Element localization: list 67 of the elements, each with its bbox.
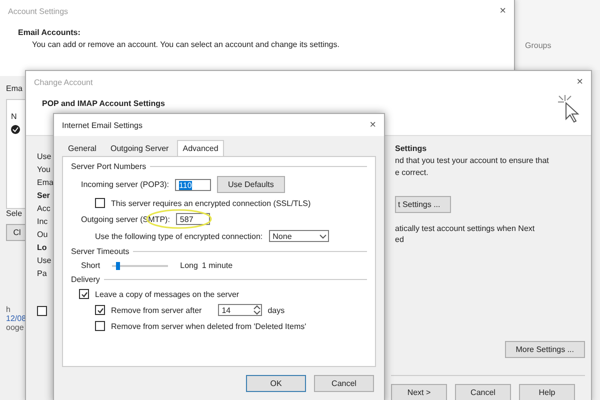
spinner-arrows-icon[interactable]: [252, 305, 261, 315]
close-icon[interactable]: ×: [500, 5, 506, 17]
days-spinner[interactable]: 14: [218, 304, 262, 316]
tab[interactable]: Ema: [6, 84, 22, 93]
info-text: ed: [395, 235, 405, 244]
outgoing-port-field[interactable]: 587: [176, 213, 210, 225]
section-heading: Email Accounts:: [18, 28, 82, 37]
encryption-dropdown[interactable]: None: [268, 230, 329, 242]
form-label: Ema: [37, 178, 54, 187]
info-text: nd that you test your account to ensure that: [395, 156, 550, 165]
group-title: Server Port Numbers: [71, 162, 146, 171]
description: You can add or remove an account. You can select an account and change its settings.: [31, 40, 340, 49]
checkbox-label: Remove from server when deleted from 'Deleted Items': [111, 322, 306, 330]
remove-after-checkbox[interactable]: [95, 305, 105, 315]
checkbox-label: This server requires an encrypted connection (SSL/TLS): [111, 198, 311, 208]
form-label: Pa: [37, 269, 47, 278]
dialog-button[interactable]: Cancel: [455, 384, 511, 400]
info-text: e correct.: [395, 168, 430, 177]
incoming-port-field[interactable]: 110: [175, 178, 212, 190]
slider-label: Long: [180, 261, 198, 270]
info-text: atically test account settings when Next: [395, 224, 536, 233]
field-label: Use the following type of encrypted connection:: [95, 232, 263, 240]
remove-deleted-checkbox[interactable]: [95, 321, 105, 331]
test-settings-button[interactable]: t Settings ...: [395, 196, 452, 213]
list-header: N: [11, 112, 18, 121]
close-icon[interactable]: ×: [576, 76, 583, 88]
window-title: Change Account: [34, 78, 93, 86]
group-title: Server Timeouts: [71, 247, 130, 256]
leave-copy-checkbox[interactable]: [79, 289, 89, 299]
form-label: Lo: [37, 243, 47, 252]
form-label: Ser: [37, 191, 50, 200]
window-title: Account Settings: [8, 6, 68, 16]
tab[interactable]: Outgoing Server: [104, 140, 175, 156]
footer-text: h: [6, 305, 10, 314]
checkbox-label: Leave a copy of messages on the server: [95, 290, 240, 298]
label: Sele: [6, 209, 22, 218]
slider-thumb[interactable]: [116, 262, 120, 270]
ok-button[interactable]: OK: [246, 375, 306, 392]
dialog-title: Internet Email Settings: [62, 120, 142, 130]
close-icon[interactable]: ×: [370, 119, 376, 131]
form-label: You: [37, 165, 50, 174]
ssl-checkbox[interactable]: [95, 198, 105, 208]
column-header: Groups: [525, 41, 552, 50]
footer-text: ooge: [6, 323, 24, 332]
form-label: Ou: [37, 230, 48, 239]
field-label: days: [268, 306, 285, 314]
check-circle-icon: [11, 125, 20, 134]
use-defaults-button[interactable]: Use Defaults: [217, 176, 285, 193]
section-heading: POP and IMAP Account Settings: [42, 99, 166, 108]
tab[interactable]: General: [62, 140, 102, 156]
more-settings-button[interactable]: More Settings ...: [504, 341, 585, 358]
checkbox[interactable]: [37, 306, 47, 316]
tab[interactable]: Advanced: [176, 140, 224, 156]
group-title: Delivery: [71, 275, 100, 284]
timeout-value: 1 minute: [202, 261, 233, 270]
form-label: Inc: [37, 217, 48, 226]
dialog-button[interactable]: Next >: [391, 384, 447, 400]
form-label: Acc: [37, 204, 50, 213]
checkbox-label: Remove from server after: [111, 306, 202, 314]
form-label: Use: [37, 256, 52, 265]
slider-label: Short: [81, 261, 100, 270]
section-heading: Settings: [395, 144, 428, 153]
dialog-button[interactable]: Help: [519, 384, 575, 400]
timeout-slider[interactable]: [112, 262, 168, 270]
cancel-button[interactable]: Cancel: [314, 375, 374, 392]
form-label: Use: [37, 152, 52, 161]
field-label: Incoming server (POP3):: [81, 180, 170, 189]
